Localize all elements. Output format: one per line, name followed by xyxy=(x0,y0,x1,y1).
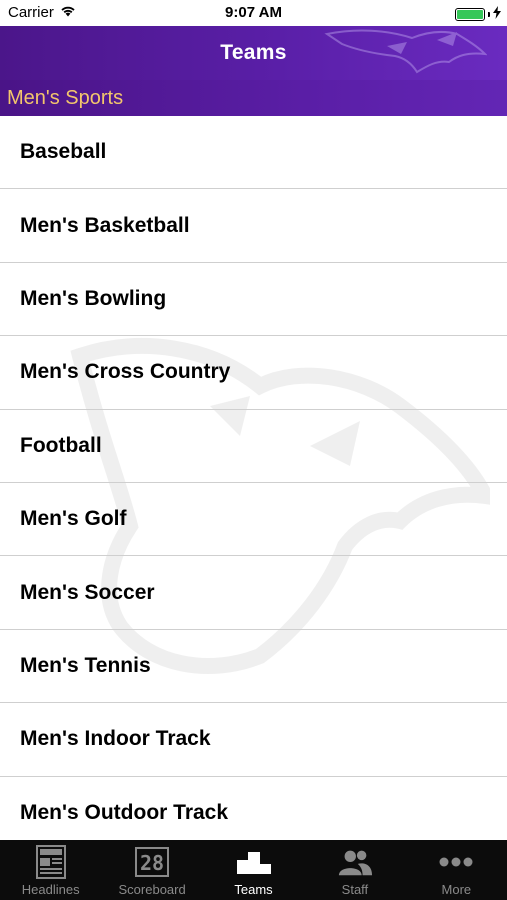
section-title: Men's Sports xyxy=(7,86,124,109)
team-row-mens-soccer[interactable]: Men's Soccer xyxy=(0,556,507,630)
team-row-mens-tennis[interactable]: Men's Tennis xyxy=(0,630,507,704)
scoreboard-icon: 28 xyxy=(134,844,170,880)
status-right xyxy=(455,6,501,23)
team-label: Baseball xyxy=(20,140,107,164)
tab-label: Scoreboard xyxy=(118,882,186,897)
team-label: Men's Golf xyxy=(20,507,127,531)
status-time: 9:07 AM xyxy=(225,4,282,21)
team-label: Men's Soccer xyxy=(20,580,155,604)
team-row-mens-cross-country[interactable]: Men's Cross Country xyxy=(0,336,507,410)
scoreboard-digits: 28 xyxy=(140,851,164,875)
team-row-football[interactable]: Football xyxy=(0,410,507,483)
team-row-baseball[interactable]: Baseball xyxy=(0,116,507,190)
tab-scoreboard[interactable]: 28 Scoreboard xyxy=(101,840,202,900)
team-label: Football xyxy=(20,433,102,457)
section-header: Men's Sports xyxy=(0,80,507,116)
team-label: Men's Tennis xyxy=(20,653,151,677)
battery-tip xyxy=(488,12,490,17)
team-row-mens-indoor-track[interactable]: Men's Indoor Track xyxy=(0,703,507,777)
team-row-mens-bowling[interactable]: Men's Bowling xyxy=(0,263,507,337)
tab-headlines[interactable]: Headlines xyxy=(0,840,101,900)
team-row-mens-basketball[interactable]: Men's Basketball xyxy=(0,189,507,263)
team-row-mens-outdoor-track[interactable]: Men's Outdoor Track xyxy=(0,777,507,840)
team-label: Men's Bowling xyxy=(20,286,167,310)
people-icon xyxy=(337,844,373,880)
team-label: Men's Indoor Track xyxy=(20,727,211,751)
team-label: Men's Cross Country xyxy=(20,360,231,384)
nav-title: Teams xyxy=(220,41,287,64)
tab-staff[interactable]: Staff xyxy=(304,840,405,900)
newspaper-icon xyxy=(33,844,69,880)
team-label: Men's Basketball xyxy=(20,213,190,237)
mascot-logo-icon xyxy=(324,29,487,74)
battery-icon xyxy=(455,8,485,21)
tab-label: More xyxy=(441,882,472,897)
tab-label: Teams xyxy=(234,882,273,897)
tab-bar: Headlines 28 Scoreboard Teams Staff More xyxy=(0,840,507,900)
more-dots-icon xyxy=(438,844,474,880)
podium-icon xyxy=(236,844,272,880)
status-bar: Carrier 9:07 AM xyxy=(0,0,507,26)
navigation-bar: Teams xyxy=(0,26,507,80)
charging-bolt-icon xyxy=(493,6,501,23)
team-row-mens-golf[interactable]: Men's Golf xyxy=(0,483,507,557)
team-list[interactable]: Baseball Men's Basketball Men's Bowling … xyxy=(0,116,507,840)
battery-fill xyxy=(457,10,483,19)
tab-label: Staff xyxy=(341,882,369,897)
tab-more[interactable]: More xyxy=(406,840,507,900)
team-label: Men's Outdoor Track xyxy=(20,800,229,824)
tab-teams[interactable]: Teams xyxy=(203,840,304,900)
tab-label: Headlines xyxy=(21,882,80,897)
